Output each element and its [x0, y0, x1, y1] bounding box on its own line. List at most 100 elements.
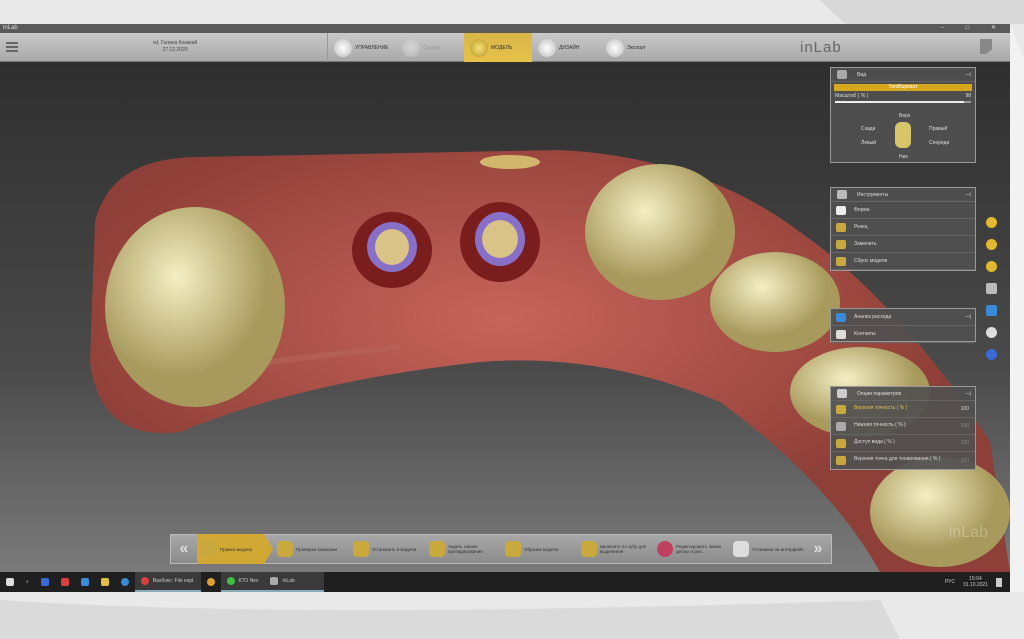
step-icon: [657, 541, 673, 557]
param-lower-accuracy[interactable]: Нижняя точность ( % ) 100: [831, 418, 975, 435]
window-label: КТО Nex: [238, 578, 259, 584]
cube-icon: [837, 70, 847, 79]
settings-icon[interactable]: [986, 327, 997, 338]
analysis-contacts[interactable]: Контакты: [831, 326, 975, 343]
window-controls[interactable]: – □ ✕: [941, 24, 1006, 33]
tool-label: Резец: [854, 224, 868, 230]
workflow-step[interactable]: Обрезка модели: [501, 534, 577, 564]
panel-title: Опции параметров: [857, 390, 902, 397]
view-panel-header: Вид ⊣: [831, 68, 975, 82]
main-toolbar: vd, Галина Козакай 27.12.2020 УПРАВЛЕНИЕ …: [0, 33, 1010, 62]
step-label: Щелкните по зубу для выделения: [600, 544, 647, 554]
windows-taskbar: ⌕ Вахбокс: File expl. КТО Nex inLab РУС 1…: [0, 572, 1010, 592]
step-label: МОДЕЛЬ: [491, 44, 513, 51]
tooth-design-icon: [538, 38, 556, 57]
analysis-distance[interactable]: Анализ расхода ⊣: [831, 309, 975, 326]
next-step-button[interactable]: »: [805, 540, 831, 558]
step-administration[interactable]: УПРАВЛЕНИЕ: [328, 33, 396, 62]
model-icon: [470, 38, 488, 57]
hamburger-menu-icon[interactable]: [6, 42, 18, 52]
step-icon: [505, 541, 521, 557]
folder-icon: [100, 578, 109, 586]
language-indicator[interactable]: РУС: [945, 579, 955, 585]
workflow-step[interactable]: Установить в модели: [349, 534, 425, 564]
app-icon: [40, 578, 49, 586]
form-icon: [836, 205, 846, 215]
step-model[interactable]: МОДЕЛЬ: [464, 33, 532, 62]
analysis-icon[interactable]: [986, 305, 997, 316]
param-value[interactable]: 100: [961, 458, 969, 464]
view-bottom-button[interactable]: Низ: [899, 154, 908, 160]
title-bar: inLab – □ ✕: [0, 24, 1010, 33]
param-value[interactable]: 100: [961, 440, 969, 446]
workflow-step[interactable]: Задать линию препарирования: [425, 534, 501, 564]
view-left-button[interactable]: Левый: [861, 140, 876, 146]
step-design[interactable]: ДИЗАЙН: [532, 33, 600, 62]
view-back-button[interactable]: Сзади: [861, 126, 875, 132]
step-icon: [733, 541, 749, 557]
previous-step-button[interactable]: «: [171, 540, 197, 558]
window-label: inLab: [282, 578, 295, 584]
replace-icon: [836, 239, 846, 249]
tool-form[interactable]: Форма: [831, 202, 975, 219]
tool-cut[interactable]: Резец: [831, 219, 975, 236]
step-scan[interactable]: Сканир.: [396, 33, 464, 62]
taskbar-app[interactable]: [201, 572, 221, 592]
param-label: Нижняя точность ( % ): [854, 421, 906, 428]
3d-viewport[interactable]: Вид ⊣ Тип/Вариант Масштаб ( % ) 98 Верх Сз…: [0, 62, 1010, 572]
brand-logo: inLab: [800, 39, 842, 56]
workflow-step[interactable]: Щелкните по зубу для выделения: [577, 534, 653, 564]
tool-replace[interactable]: Заменить: [831, 236, 975, 253]
patient-name: vd, Галина Козакай: [152, 40, 198, 46]
clock[interactable]: 15:04 31.10.2021: [963, 576, 988, 588]
param-view-access[interactable]: Доступ вида ( % ) 100: [831, 435, 975, 452]
view-right-button[interactable]: Правый: [929, 126, 947, 132]
pin-icon[interactable]: ⊣: [965, 313, 971, 321]
taskbar-app[interactable]: [95, 572, 115, 592]
tool-icon[interactable]: [986, 261, 997, 272]
workflow-step[interactable]: Правка модели: [197, 534, 273, 564]
workflow-step[interactable]: Проверка окклюзии: [273, 534, 349, 564]
taskbar-app[interactable]: [35, 572, 55, 592]
side-toolbar: [986, 217, 997, 360]
step-icon: [277, 541, 293, 557]
document-icon[interactable]: [980, 39, 992, 54]
param-value[interactable]: 100: [961, 406, 969, 412]
tool-icon[interactable]: [986, 239, 997, 250]
view-front-button[interactable]: Спереди: [929, 140, 949, 146]
step-label: Сканир.: [423, 44, 442, 51]
workflow-step[interactable]: Установка на интерфейс: [729, 534, 805, 564]
jaw-orientation-icon[interactable]: [895, 122, 911, 148]
view-top-button[interactable]: Верх: [899, 113, 910, 119]
step-icon: [353, 541, 369, 557]
scale-value[interactable]: 98: [965, 93, 971, 99]
pin-icon[interactable]: ⊣: [965, 71, 971, 79]
taskbar-window[interactable]: Вахбокс: File expl.: [134, 572, 201, 592]
step-label: ДИЗАЙН: [559, 44, 580, 51]
step-label: УПРАВЛЕНИЕ: [355, 44, 389, 51]
taskbar-window[interactable]: inLab: [264, 572, 325, 592]
search-button[interactable]: ⌕: [20, 572, 35, 592]
taskbar-app[interactable]: [55, 572, 75, 592]
start-button[interactable]: [0, 572, 20, 592]
step-export[interactable]: Экспорт: [600, 33, 668, 62]
param-tint-point[interactable]: Верхняя точка для тонирования ( % ) 100: [831, 452, 975, 469]
taskbar-app[interactable]: [115, 572, 135, 592]
taskbar-app[interactable]: [75, 572, 95, 592]
param-upper-accuracy[interactable]: Верхняя точность ( % ) 100: [831, 401, 975, 418]
param-icon: [836, 438, 846, 448]
workflow-step[interactable]: Редактировать линии десны и рол...: [653, 534, 729, 564]
tool-icon[interactable]: [986, 217, 997, 228]
param-value[interactable]: 100: [961, 423, 969, 429]
pin-icon[interactable]: ⊣: [965, 191, 971, 199]
scale-slider[interactable]: [835, 101, 971, 103]
info-icon[interactable]: [986, 349, 997, 360]
pin-icon[interactable]: ⊣: [965, 390, 971, 398]
notifications-icon[interactable]: [996, 577, 1002, 587]
book-icon[interactable]: [986, 283, 997, 294]
view-mode-button[interactable]: Тип/Вариант: [834, 84, 972, 91]
tool-reset[interactable]: Сброс модели: [831, 253, 975, 270]
taskbar-window[interactable]: КТО Nex: [220, 572, 265, 592]
tool-label: Сброс модели: [854, 258, 888, 264]
window-title: inLab: [3, 25, 18, 31]
